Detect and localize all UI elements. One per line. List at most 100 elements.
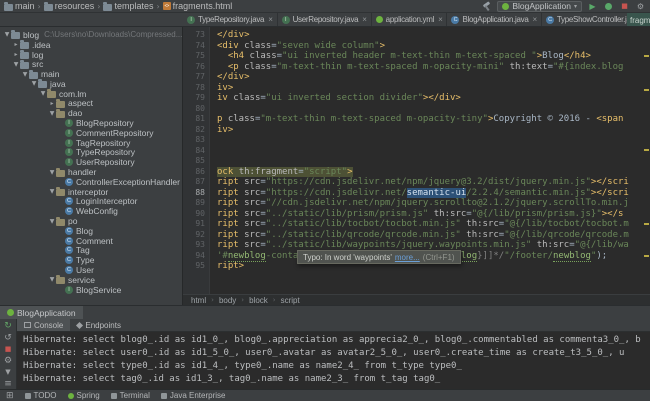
editor-tab[interactable]: application.yml × [372,13,448,26]
editor-tab[interactable]: I UserRepository.java × [278,13,372,26]
code-line[interactable]: 82 iv> [183,125,650,136]
tree-item[interactable]: C Comment [0,236,182,246]
tree-expanded-arrow-icon[interactable]: ▼ [39,90,47,97]
tree-item[interactable]: ▼ java [0,79,182,89]
editor-tab-selected[interactable]: fragments.html [627,13,650,26]
tree-expanded-arrow-icon[interactable]: ▼ [48,169,56,176]
console-output[interactable]: Hibernate: select blog0_.id as id1_0_, b… [17,332,650,389]
tree-item[interactable]: I UserRepository [0,157,182,167]
close-tab-icon[interactable]: × [268,15,273,24]
tree-item[interactable]: C LoginInterceptor [0,196,182,206]
toolwindow-button-terminal[interactable]: Terminal [110,391,150,400]
code-line[interactable]: 84 [183,146,650,157]
tree-item[interactable]: I BlogRepository [0,118,182,128]
tree-item[interactable]: C Tag [0,245,182,255]
tree-item[interactable]: C User [0,265,182,275]
tree-item[interactable]: ▼ dao [0,108,182,118]
breadcrumb-script[interactable]: script [281,296,300,305]
stop-button[interactable]: ■ [619,1,630,12]
code-line[interactable]: 85 [183,156,650,167]
tree-item[interactable]: C Blog [0,226,182,236]
collapse-button[interactable]: ▼ [3,367,14,378]
code-line[interactable]: 89 ript src="//cdn.jsdelivr.net/npm/jquer… [183,198,650,209]
tree-item[interactable]: ▼ com.lm [0,89,182,99]
tree-expanded-arrow-icon[interactable]: ▼ [48,188,56,195]
settings-button[interactable]: ⚙ [3,356,14,367]
code-line[interactable]: 77 </div> [183,72,650,83]
rerun-failed-button[interactable]: ↺ [3,333,14,344]
breadcrumb-item[interactable]: templates [103,1,153,11]
tab-endpoints[interactable]: Endpoints [70,319,128,331]
breadcrumb-body[interactable]: body [219,296,236,305]
code-line[interactable]: 87 ript src="https://cdn.jsdelivr.net/npm… [183,177,650,188]
tab-console[interactable]: Console [17,319,71,331]
tree-item[interactable]: ▼ interceptor [0,187,182,197]
code-line[interactable]: 93 ript src="../static/lib/waypoints/jque… [183,240,650,251]
tree-item[interactable]: I TagRepository [0,138,182,148]
rerun-button[interactable]: ↻ [3,321,14,332]
tree-item[interactable]: ▼ main [0,69,182,79]
code-line[interactable]: 75 <h4 class="ui inverted header m-text-… [183,51,650,62]
run-configuration-select[interactable]: BlogApplication ▾ [497,0,582,12]
run-toolwindow-tab[interactable]: BlogApplication [0,306,83,319]
tree-expanded-arrow-icon[interactable]: ▼ [12,61,20,68]
tree-item[interactable]: ▼ blog C:\Users\no\Downloads\Compressed... [0,30,182,40]
tree-item[interactable]: C WebConfig [0,206,182,216]
debug-button[interactable] [603,1,614,12]
tree-collapsed-arrow-icon[interactable]: ▸ [12,41,20,48]
toolwindow-switcher-icon[interactable]: ⊞ [6,391,14,401]
tree-expanded-arrow-icon[interactable]: ▼ [48,110,56,117]
breadcrumb-item[interactable]: resources [43,1,94,11]
code-line[interactable]: 83 [183,135,650,146]
tree-expanded-arrow-icon[interactable]: ▼ [21,71,29,78]
tree-expanded-arrow-icon[interactable]: ▼ [3,31,11,38]
code-line[interactable]: 81 p class="m-text-thin m-text-spaced m-o… [183,114,650,125]
toolwindow-button-todo[interactable]: TODO [24,391,57,400]
tree-item[interactable]: ▼ service [0,275,182,285]
build-hammer-icon[interactable] [482,1,492,11]
close-tab-icon[interactable]: × [533,15,538,24]
error-stripe[interactable] [643,27,650,294]
tree-item[interactable]: ▼ handler [0,167,182,177]
close-tab-icon[interactable]: × [362,15,367,24]
tooltip-more-link[interactable]: more... [395,253,420,262]
code-line[interactable]: 90 ript src="../static/lib/prism/prism.js… [183,209,650,220]
code-line[interactable]: 73 </div> [183,30,650,41]
tree-item[interactable]: I BlogService [0,285,182,295]
code-line[interactable]: 86 ock th:fragment="script"> [183,166,650,177]
tree-item[interactable]: ▼ src [0,59,182,69]
tree-collapsed-arrow-icon[interactable]: ▸ [12,51,20,58]
code-line[interactable]: 91 ript src="../static/lib/tocbot/tocbot.… [183,219,650,230]
code-line[interactable]: 78 iv> [183,83,650,94]
toolwindow-button-spring[interactable]: Spring [67,391,100,400]
run-button[interactable]: ▶ [587,1,598,12]
code-line[interactable]: 92 ript src="../static/lib/qrcode/qrcode.… [183,230,650,241]
tree-item[interactable]: ▸ aspect [0,98,182,108]
editor-tab[interactable]: I TypeRepository.java × [183,13,278,26]
settings-icon[interactable]: ⚙ [635,1,646,12]
breadcrumb-html[interactable]: html [191,296,206,305]
soft-wrap-button[interactable]: ≡ [3,379,14,390]
breadcrumb-item[interactable]: main [4,1,35,11]
code-line[interactable]: 74 <div class="seven wide column"> [183,41,650,52]
toolwindow-button-java-enterprise[interactable]: Java Enterprise [160,391,225,400]
tree-item[interactable]: C Type [0,255,182,265]
close-tab-icon[interactable]: × [438,15,443,24]
code-line[interactable]: 80 [183,104,650,115]
tree-item[interactable]: I TypeRepository [0,147,182,157]
tree-collapsed-arrow-icon[interactable]: ▸ [48,100,56,107]
stop-button[interactable]: ■ [3,344,14,355]
tree-item[interactable]: ▼ po [0,216,182,226]
breadcrumb-block[interactable]: block [249,296,268,305]
code-line[interactable]: 76 <p class="m-text-thin m-text-spaced m… [183,62,650,73]
tree-item[interactable]: ▸ .idea [0,40,182,50]
tree-expanded-arrow-icon[interactable]: ▼ [30,80,38,87]
tree-item[interactable]: I CommentRepository [0,128,182,138]
tree-expanded-arrow-icon[interactable]: ▼ [48,218,56,225]
tree-item[interactable]: C ControllerExceptionHandler [0,177,182,187]
editor-tab[interactable]: C BlogApplication.java × [447,13,542,26]
code-line[interactable]: 88 ript src="https://cdn.jsdelivr.net/sem… [183,187,650,199]
breadcrumb-item[interactable]: <> fragments.html [162,1,232,11]
tree-item[interactable]: ▸ log [0,50,182,60]
code-line[interactable]: 79 iv class="ui inverted section divider"… [183,93,650,104]
